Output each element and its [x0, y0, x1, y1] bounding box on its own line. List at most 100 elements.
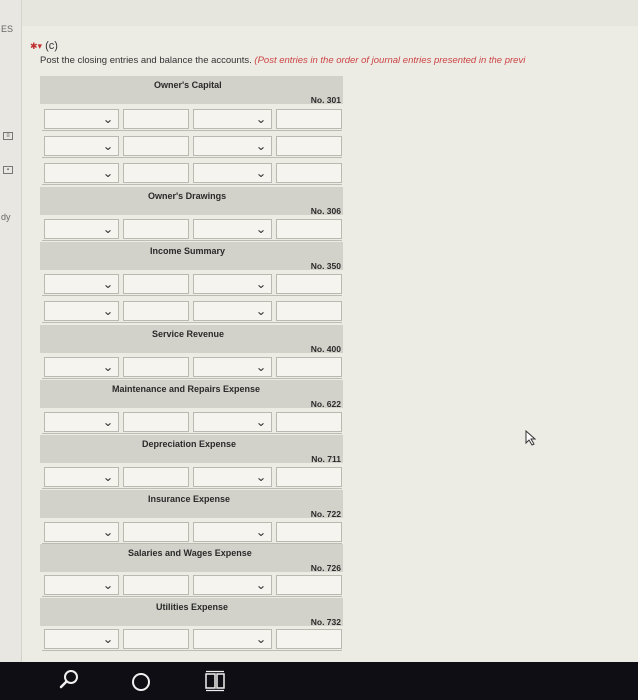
account-number: No. 350: [310, 261, 341, 271]
debit-account-dropdown[interactable]: ⌄: [44, 274, 119, 294]
account-header-salaries-wages-expense: Salaries and Wages Expense No. 726: [40, 544, 343, 573]
debit-account-dropdown[interactable]: ⌄: [44, 163, 119, 183]
chevron-down-icon: ⌄: [255, 415, 267, 429]
ledger-row: ⌄ ⌄: [42, 520, 342, 544]
account-title: Utilities Expense: [156, 602, 229, 612]
strip-book-icon[interactable]: ▪: [3, 166, 13, 174]
credit-amount-input[interactable]: [276, 357, 342, 377]
credit-amount-input[interactable]: [276, 575, 342, 595]
credit-account-dropdown[interactable]: ⌄: [193, 412, 272, 432]
account-title: Owner's Drawings: [148, 191, 227, 201]
debit-amount-input[interactable]: [123, 274, 189, 294]
credit-amount-input[interactable]: [276, 301, 342, 321]
ledger-row: ⌄ ⌄: [42, 217, 342, 241]
account-header-income-summary: Income Summary No. 350: [40, 242, 343, 271]
chevron-down-icon: ⌄: [255, 166, 267, 180]
debit-amount-input[interactable]: [123, 412, 189, 432]
chevron-down-icon: ⌄: [102, 112, 114, 126]
credit-amount-input[interactable]: [276, 219, 342, 239]
chevron-down-icon: ⌄: [102, 415, 114, 429]
chevron-down-icon: ⌄: [102, 222, 114, 236]
task-view-icon[interactable]: [204, 670, 226, 692]
account-header-owners-capital: Owner's Capital No. 301: [40, 76, 343, 105]
debit-account-dropdown[interactable]: ⌄: [44, 219, 119, 239]
account-title: Insurance Expense: [148, 494, 231, 504]
credit-account-dropdown[interactable]: ⌄: [193, 109, 272, 129]
account-title: Owner's Capital: [154, 80, 222, 90]
debit-amount-input[interactable]: [123, 136, 189, 156]
ledger-row: ⌄ ⌄: [42, 299, 342, 323]
credit-account-dropdown[interactable]: ⌄: [193, 301, 272, 321]
left-side-strip: ES ≡ ▪ dy: [0, 0, 22, 662]
debit-account-dropdown[interactable]: ⌄: [44, 522, 119, 542]
collapse-arrow-icon[interactable]: ✱▾: [30, 41, 42, 51]
debit-amount-input[interactable]: [123, 109, 189, 129]
chevron-down-icon: ⌄: [255, 112, 267, 126]
account-number: No. 400: [310, 344, 341, 354]
debit-account-dropdown[interactable]: ⌄: [44, 629, 119, 649]
debit-amount-input[interactable]: [123, 575, 189, 595]
credit-amount-input[interactable]: [276, 163, 342, 183]
chevron-down-icon: ⌄: [255, 139, 267, 153]
debit-account-dropdown[interactable]: ⌄: [44, 136, 119, 156]
debit-amount-input[interactable]: [123, 467, 189, 487]
credit-account-dropdown[interactable]: ⌄: [193, 163, 272, 183]
chevron-down-icon: ⌄: [102, 304, 114, 318]
debit-account-dropdown[interactable]: ⌄: [44, 575, 119, 595]
chevron-down-icon: ⌄: [102, 139, 114, 153]
strip-label-mid: dy: [1, 212, 11, 222]
chevron-down-icon: ⌄: [102, 360, 114, 374]
account-header-owners-drawings: Owner's Drawings No. 306: [40, 187, 343, 216]
strip-doc-icon[interactable]: ≡: [3, 132, 13, 140]
credit-amount-input[interactable]: [276, 629, 342, 649]
instruction-note: (Post entries in the order of journal en…: [254, 55, 526, 66]
account-header-insurance-expense: Insurance Expense No. 722: [40, 490, 343, 519]
debit-amount-input[interactable]: [123, 163, 189, 183]
debit-amount-input[interactable]: [123, 629, 189, 649]
search-icon[interactable]: [58, 668, 80, 690]
account-title: Service Revenue: [152, 329, 225, 339]
credit-account-dropdown[interactable]: ⌄: [193, 274, 272, 294]
ledger-row: ⌄ ⌄: [42, 272, 342, 296]
debit-account-dropdown[interactable]: ⌄: [44, 357, 119, 377]
account-number: No. 711: [311, 454, 341, 464]
account-header-maintenance-repairs-expense: Maintenance and Repairs Expense No. 622: [40, 380, 343, 409]
debit-amount-input[interactable]: [123, 219, 189, 239]
credit-account-dropdown[interactable]: ⌄: [193, 467, 272, 487]
credit-amount-input[interactable]: [276, 274, 342, 294]
chevron-down-icon: ⌄: [255, 360, 267, 374]
debit-account-dropdown[interactable]: ⌄: [44, 301, 119, 321]
credit-account-dropdown[interactable]: ⌄: [193, 575, 272, 595]
mouse-cursor-icon: [525, 430, 537, 446]
instruction-main: Post the closing entries and balance the…: [40, 55, 252, 66]
credit-account-dropdown[interactable]: ⌄: [193, 357, 272, 377]
credit-amount-input[interactable]: [276, 136, 342, 156]
credit-account-dropdown[interactable]: ⌄: [193, 522, 272, 542]
cortana-icon[interactable]: [132, 673, 150, 691]
credit-amount-input[interactable]: [276, 109, 342, 129]
credit-amount-input[interactable]: [276, 467, 342, 487]
credit-account-dropdown[interactable]: ⌄: [193, 629, 272, 649]
debit-amount-input[interactable]: [123, 357, 189, 377]
ledger-row: ⌄ ⌄: [42, 107, 342, 131]
debit-account-dropdown[interactable]: ⌄: [44, 412, 119, 432]
credit-amount-input[interactable]: [276, 412, 342, 432]
chevron-down-icon: ⌄: [255, 304, 267, 318]
debit-amount-input[interactable]: [123, 301, 189, 321]
ledger-row: ⌄ ⌄: [42, 161, 342, 185]
chevron-down-icon: ⌄: [255, 578, 267, 592]
chevron-down-icon: ⌄: [102, 470, 114, 484]
account-header-depreciation-expense: Depreciation Expense No. 711: [40, 435, 343, 464]
account-number: No. 732: [310, 617, 341, 627]
credit-account-dropdown[interactable]: ⌄: [193, 219, 272, 239]
debit-account-dropdown[interactable]: ⌄: [44, 109, 119, 129]
ledger-row: ⌄ ⌄: [42, 355, 342, 379]
credit-amount-input[interactable]: [276, 522, 342, 542]
account-number: No. 306: [310, 206, 341, 216]
debit-account-dropdown[interactable]: ⌄: [44, 467, 119, 487]
account-title: Depreciation Expense: [142, 439, 237, 449]
chevron-down-icon: ⌄: [255, 632, 267, 646]
debit-amount-input[interactable]: [123, 522, 189, 542]
section-header[interactable]: ✱▾ (c): [30, 40, 58, 52]
credit-account-dropdown[interactable]: ⌄: [193, 136, 272, 156]
